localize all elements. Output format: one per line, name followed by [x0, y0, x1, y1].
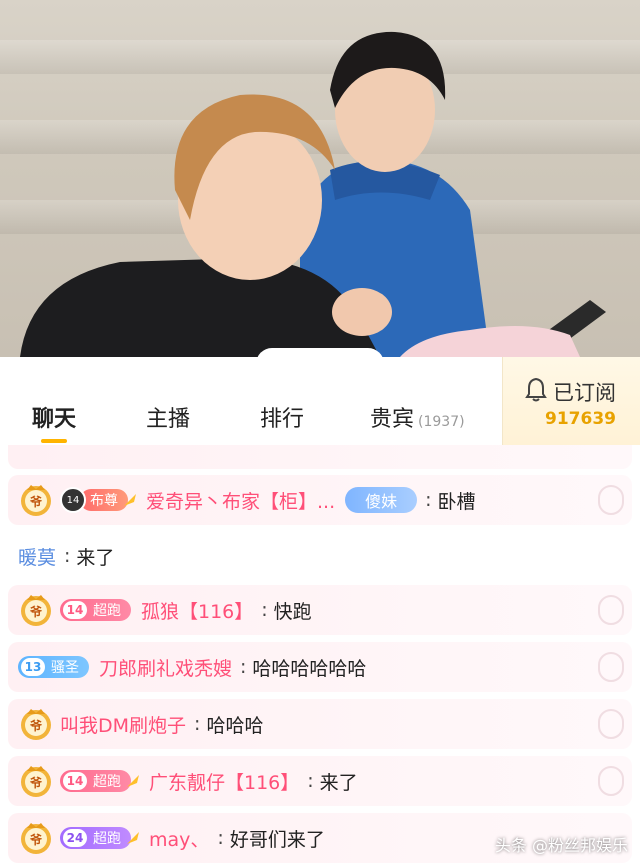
wing-icon	[124, 494, 136, 506]
subscribe-label: 已订阅	[553, 381, 616, 405]
more-icon[interactable]	[598, 766, 624, 796]
username[interactable]: may、	[149, 825, 209, 852]
separator: :	[307, 770, 314, 792]
chat-message: 好哥们来了	[229, 828, 325, 851]
fan-badge: 布尊	[80, 489, 128, 511]
chat-row[interactable]: 爷 14 超跑 孤狼【116】 : 快跑	[8, 585, 632, 635]
video-frame-streamers	[20, 31, 606, 357]
tab-ranking[interactable]: 排行	[260, 401, 304, 433]
more-icon[interactable]	[598, 709, 624, 739]
fan-badge: 14 超跑	[60, 770, 131, 792]
chat-message: 来了	[319, 771, 358, 794]
live-video-player[interactable]	[0, 0, 640, 357]
separator: :	[240, 656, 247, 678]
tab-label: 主播	[146, 407, 191, 432]
wing-icon	[127, 832, 139, 844]
separator: :	[261, 599, 268, 621]
noble-crest-icon: 爷	[21, 595, 51, 626]
active-tab-indicator	[41, 439, 67, 443]
svg-text:爷: 爷	[29, 832, 43, 847]
noble-crest-icon: 爷	[21, 709, 51, 740]
more-icon[interactable]	[598, 595, 624, 625]
chat-list[interactable]: 爷 14 布尊 爱奇异丶布家【柜】... 傻妹 : 卧槽 暖莫 : 来了 爷 1…	[0, 445, 640, 867]
subscribe-button[interactable]: 已订阅 917639	[502, 357, 640, 445]
chat-message: 哈哈哈	[206, 714, 264, 737]
live-stream-page: 聊天 主播 排行 贵宾 (1937) 已订阅 917639 爷 14 布尊 爱奇…	[0, 0, 640, 867]
svg-text:爷: 爷	[29, 604, 43, 619]
username[interactable]: 孤狼【116】	[141, 597, 253, 624]
noble-crest-icon: 爷	[21, 766, 51, 797]
tab-vip[interactable]: 贵宾 (1937)	[370, 401, 465, 433]
wing-icon	[127, 775, 139, 787]
chat-row[interactable]: 爷 14 超跑 广东靓仔【116】 : 来了	[8, 756, 632, 806]
chat-row[interactable]: 13 骚圣 刀郎刷礼戏秃嫂 : 哈哈哈哈哈哈	[8, 642, 632, 692]
username[interactable]: 暖莫	[18, 543, 56, 570]
chat-message: 哈哈哈哈哈哈	[252, 657, 367, 680]
fan-badge: 24 超跑	[60, 827, 131, 849]
fan-badge: 13 骚圣	[18, 656, 89, 678]
subscriber-count: 917639	[545, 409, 616, 429]
fan-badge: 14 超跑	[60, 599, 131, 621]
chat-message: 快跑	[273, 600, 312, 623]
separator: :	[194, 713, 201, 735]
svg-text:爷: 爷	[29, 718, 43, 733]
chat-message: 卧槽	[437, 490, 476, 513]
svg-text:爷: 爷	[29, 775, 43, 790]
avatar: 14	[60, 487, 86, 513]
noble-crest-icon: 爷	[21, 823, 51, 854]
separator: :	[217, 827, 224, 849]
watermark-text: 头条 @粉丝邦娱乐	[494, 836, 628, 855]
tab-bar: 聊天 主播 排行 贵宾 (1937) 已订阅 917639	[0, 357, 640, 445]
chat-row[interactable]: 爷 14 布尊 爱奇异丶布家【柜】... 傻妹 : 卧槽	[8, 475, 632, 525]
tab-chat[interactable]: 聊天	[32, 401, 76, 433]
tab-label: 贵宾	[370, 407, 415, 432]
separator: :	[64, 545, 71, 567]
username[interactable]: 叫我DM刷炮子	[60, 711, 186, 738]
chat-row[interactable]: 爷 叫我DM刷炮子 : 哈哈哈	[8, 699, 632, 749]
chat-row[interactable]: 暖莫 : 来了	[8, 531, 632, 581]
bell-icon	[525, 377, 547, 403]
username[interactable]: 刀郎刷礼戏秃嫂	[99, 654, 232, 681]
tab-label: 聊天	[32, 407, 77, 432]
chat-row-partial	[8, 445, 632, 469]
chat-message: 来了	[76, 546, 115, 569]
separator: :	[425, 489, 432, 511]
username[interactable]: 广东靓仔【116】	[149, 768, 299, 795]
noble-crest-icon: 爷	[21, 485, 51, 516]
vip-count: (1937)	[418, 414, 465, 430]
more-icon[interactable]	[598, 485, 624, 515]
user-tag: 傻妹	[345, 487, 418, 513]
more-icon[interactable]	[598, 652, 624, 682]
tab-label: 排行	[260, 407, 305, 432]
username[interactable]: 爱奇异丶布家【柜】...	[146, 487, 335, 514]
svg-text:爷: 爷	[29, 494, 43, 509]
tab-host[interactable]: 主播	[146, 401, 190, 433]
